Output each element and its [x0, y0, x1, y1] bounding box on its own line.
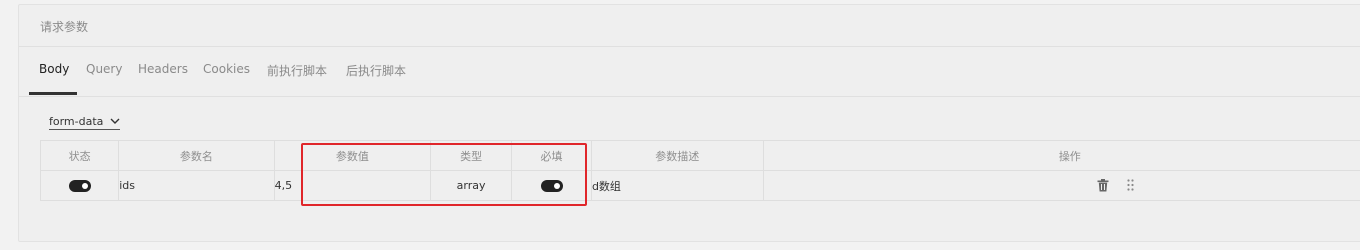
annotation-highlight-box	[301, 143, 587, 206]
divider	[19, 46, 1360, 47]
tab-query[interactable]: Query	[86, 62, 122, 76]
chevron-down-icon	[106, 115, 120, 128]
header-name: 参数名	[118, 140, 275, 171]
table-header-row: 状态 参数名 参数值 类型 必填 参数描述 操作	[39, 140, 1360, 171]
header-description: 参数描述	[590, 140, 764, 171]
actions-cell	[762, 170, 1360, 201]
body-type-value: form-data	[49, 115, 104, 128]
param-description-cell[interactable]: d数组	[590, 170, 764, 201]
panel-title: 请求参数	[40, 20, 89, 34]
divider	[19, 96, 1360, 97]
active-tab-indicator	[29, 92, 77, 95]
table-row: ids 4,5 array d数组	[39, 170, 1360, 201]
tab-body[interactable]: Body	[39, 62, 69, 76]
drag-handle-icon[interactable]	[1127, 179, 1134, 193]
params-table: 状态 参数名 参数值 类型 必填 参数描述 操作 ids 4,5 array d…	[39, 140, 1360, 201]
tab-post-script[interactable]: 后执行脚本	[346, 62, 406, 79]
body-type-select[interactable]: form-data	[49, 115, 120, 130]
request-params-panel: 请求参数 Body Query Headers Cookies 前执行脚本 后执…	[18, 4, 1360, 242]
tab-pre-script[interactable]: 前执行脚本	[267, 62, 327, 79]
header-status: 状态	[39, 140, 120, 171]
tab-headers[interactable]: Headers	[138, 62, 188, 76]
header-actions: 操作	[762, 140, 1360, 171]
status-cell	[39, 170, 120, 201]
param-name-cell[interactable]: ids	[118, 170, 275, 201]
enabled-toggle[interactable]	[68, 180, 91, 192]
trash-icon[interactable]	[1097, 179, 1109, 195]
tab-cookies[interactable]: Cookies	[203, 62, 250, 76]
